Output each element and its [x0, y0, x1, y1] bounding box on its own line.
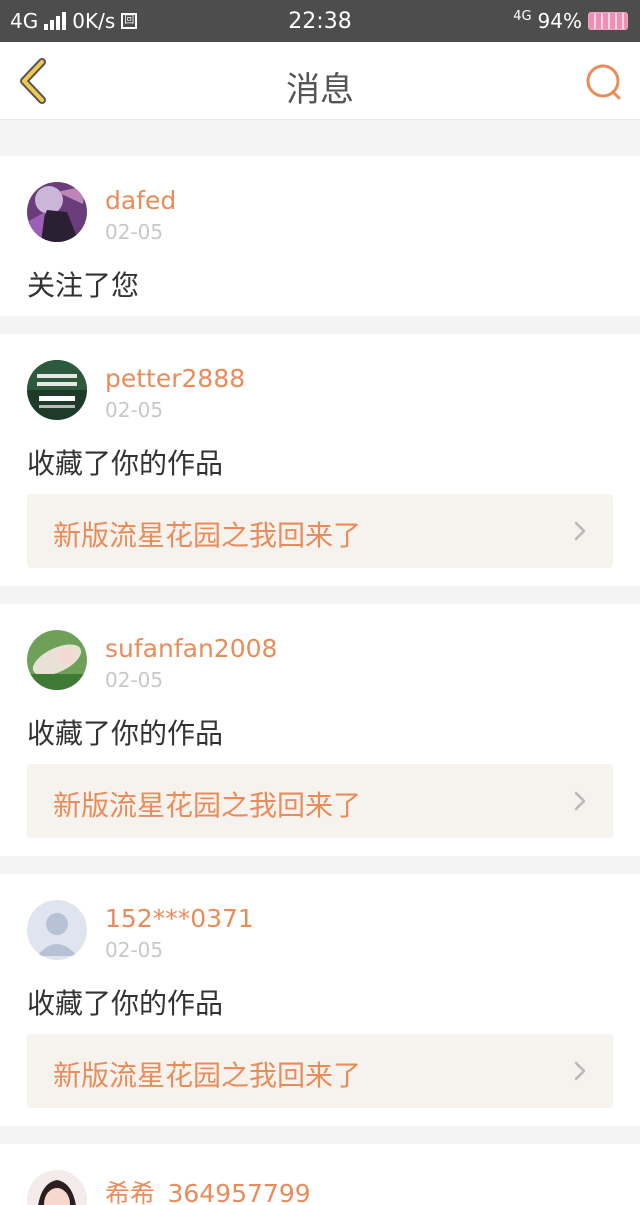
page-title: 消息 [286, 70, 354, 110]
network-right-label: 4G [513, 8, 532, 24]
avatar[interactable] [27, 630, 87, 690]
battery-percent: 94% [537, 9, 582, 33]
work-title: 新版流星花园之我回来了 [53, 789, 362, 822]
avatar[interactable] [27, 1170, 87, 1205]
message-item[interactable]: dafed 02-05 关注了您 [0, 156, 640, 316]
message-date: 02-05 [105, 220, 164, 244]
username[interactable]: 希希_364957799 [105, 1174, 311, 1205]
work-title: 新版流星花园之我回来了 [53, 519, 362, 552]
chevron-right-icon [574, 521, 586, 541]
message-action: 收藏了你的作品 [27, 717, 224, 750]
avatar[interactable] [27, 182, 87, 242]
username[interactable]: 152***0371 [105, 904, 254, 933]
work-link[interactable]: 新版流星花园之我回来了 [27, 1034, 613, 1108]
battery-icon [588, 12, 628, 30]
message-item[interactable]: 希希_364957799 [0, 1144, 640, 1205]
chevron-right-icon [574, 1061, 586, 1081]
work-link[interactable]: 新版流星花园之我回来了 [27, 764, 613, 838]
message-list: dafed 02-05 关注了您 petter2888 02-05 收藏了你的作… [0, 156, 640, 1205]
default-avatar-icon[interactable] [27, 900, 87, 960]
nav-bar: 消息 [0, 42, 640, 120]
message-date: 02-05 [105, 668, 164, 692]
username[interactable]: dafed [105, 186, 176, 215]
message-item[interactable]: 152***0371 02-05 收藏了你的作品 新版流星花园之我回来了 [0, 874, 640, 1126]
message-date: 02-05 [105, 938, 164, 962]
message-action: 收藏了你的作品 [27, 447, 224, 480]
message-action: 收藏了你的作品 [27, 987, 224, 1020]
avatar[interactable] [27, 360, 87, 420]
username[interactable]: sufanfan2008 [105, 634, 277, 663]
message-item[interactable]: petter2888 02-05 收藏了你的作品 新版流星花园之我回来了 [0, 334, 640, 586]
work-title: 新版流星花园之我回来了 [53, 1059, 362, 1092]
status-right: 4G 94% [513, 9, 628, 33]
message-item[interactable]: sufanfan2008 02-05 收藏了你的作品 新版流星花园之我回来了 [0, 604, 640, 856]
search-button[interactable] [584, 62, 624, 102]
work-link[interactable]: 新版流星花园之我回来了 [27, 494, 613, 568]
username[interactable]: petter2888 [105, 364, 245, 393]
message-action: 关注了您 [27, 269, 140, 302]
message-date: 02-05 [105, 398, 164, 422]
chevron-right-icon [574, 791, 586, 811]
status-bar: 4G 0K/s 回 22:38 4G 94% [0, 0, 640, 42]
search-icon [586, 64, 621, 100]
